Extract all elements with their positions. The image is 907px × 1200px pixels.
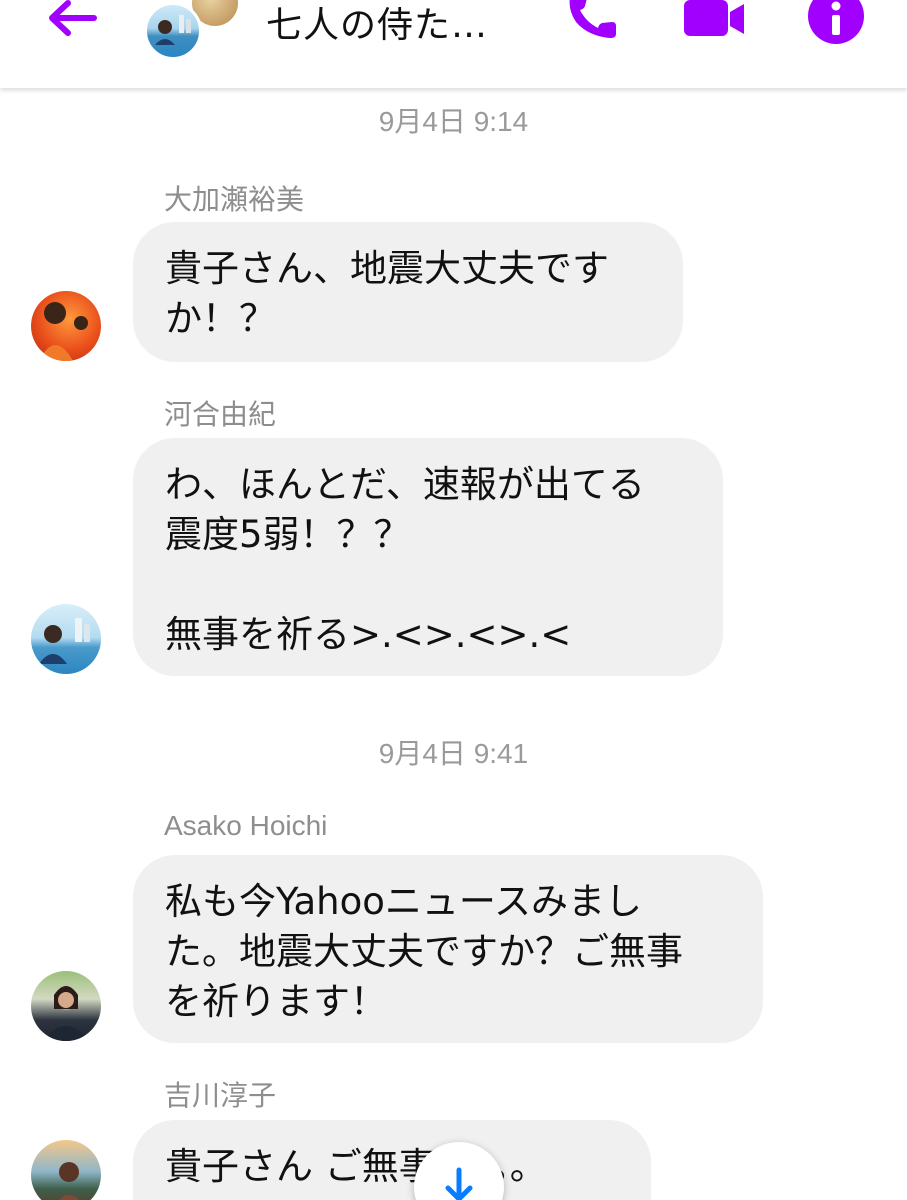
chat-header: 七人の侍た… (0, 0, 907, 88)
video-call-button[interactable] (682, 0, 748, 40)
message-timestamp: 9月4日 9:14 (378, 106, 529, 137)
sender-name: 大加瀬裕美 (164, 184, 305, 215)
back-button[interactable] (40, 0, 104, 40)
group-avatar[interactable] (140, 0, 240, 64)
phone-icon (569, 0, 616, 38)
sender-name: 河合由紀 (164, 399, 277, 430)
message-line: わ、ほんとだ、速報が出てる (165, 463, 645, 506)
avatar[interactable] (31, 1140, 101, 1200)
sender-name: 吉川淳子 (164, 1080, 277, 1111)
message-bubble[interactable]: 私も今Yahooニュースみまし た。地震大丈夫ですか？ご無事 を祈ります！ (133, 855, 763, 1043)
message-line: 震度5弱！？？ (165, 513, 411, 556)
message-bubble[interactable]: わ、ほんとだ、速報が出てる 震度5弱！？？ 無事を祈る>.<>.<>.< (133, 438, 723, 676)
scroll-to-bottom-button[interactable] (414, 1142, 504, 1200)
info-button[interactable] (808, 0, 864, 46)
message-line: た。地震大丈夫ですか？ご無事 (165, 930, 683, 973)
message-line: 無事を祈る>.<>.<>.< (165, 613, 572, 656)
message-line: か！？ (165, 297, 276, 340)
video-camera-icon (684, 0, 744, 36)
conversation-title[interactable]: 七人の侍た… (266, 0, 488, 48)
avatar[interactable] (31, 604, 101, 674)
message-line: 貴子さん ご無事を。。。 (165, 1145, 547, 1188)
message-bubble[interactable]: 貴子さん ご無事を。。。 (133, 1120, 651, 1200)
group-avatar-primary (144, 2, 202, 60)
avatar[interactable] (31, 971, 101, 1041)
message-timestamp: 9月4日 9:41 (378, 738, 529, 769)
voice-call-button[interactable] (560, 0, 620, 44)
message-line: 貴子さん、地震大丈夫です (165, 247, 609, 290)
info-icon (808, 0, 864, 44)
message-line: を祈ります！ (165, 980, 387, 1023)
message-line-blank (165, 560, 691, 610)
sender-name: Asako Hoichi (164, 810, 328, 841)
avatar[interactable] (31, 291, 101, 361)
message-bubble[interactable]: 貴子さん、地震大丈夫です か！？ (133, 222, 683, 362)
message-line: 私も今Yahooニュースみまし (165, 880, 643, 923)
arrow-down-icon (445, 1167, 473, 1200)
arrow-left-icon (49, 0, 97, 36)
